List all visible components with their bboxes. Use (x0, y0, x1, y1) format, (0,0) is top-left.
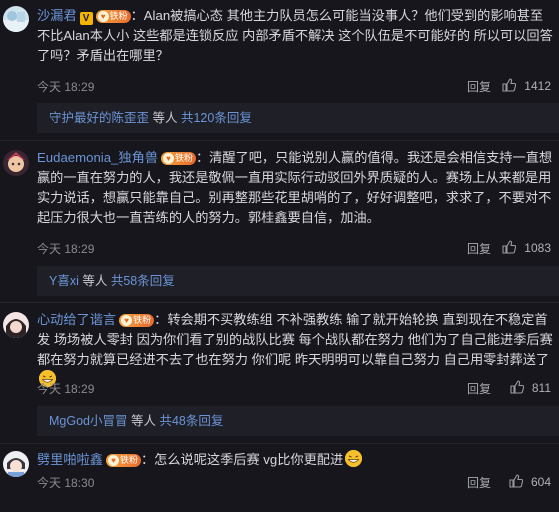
avatar[interactable] (3, 6, 29, 32)
thumb-up-icon (509, 474, 523, 488)
comment-time: 今天 18:29 (37, 242, 95, 256)
fan-badge: ♥ 铁粉 (160, 152, 196, 165)
thumb-up-icon (510, 380, 524, 394)
divider (0, 443, 559, 444)
sub-replies[interactable]: 守护最好的陈歪歪 等人 共120条回复 (37, 103, 559, 133)
like-count: 1412 (524, 79, 551, 93)
vip-badge: V (79, 12, 93, 25)
avatar[interactable] (3, 451, 29, 477)
like-button[interactable]: 811 (510, 380, 551, 395)
reply-button[interactable]: 回复 (467, 240, 491, 257)
like-button[interactable]: 1083 (502, 240, 551, 255)
like-button[interactable]: 604 (509, 474, 551, 489)
reply-button[interactable]: 回复 (467, 380, 491, 397)
avatar[interactable] (3, 312, 29, 338)
reply-button[interactable]: 回复 (467, 474, 491, 491)
sub-replies[interactable]: Y喜xi 等人 共58条回复 (37, 266, 559, 296)
grin-emoji (345, 450, 363, 467)
fan-badge: ♥ 铁粉 (105, 454, 141, 467)
comment-time: 今天 18:29 (37, 382, 95, 396)
username[interactable]: 沙漏君 (37, 8, 77, 23)
username[interactable]: 心动给了谐言 (37, 312, 116, 327)
username[interactable]: 劈里啪啦鑫 (37, 452, 103, 467)
like-count: 811 (531, 381, 551, 395)
avatar[interactable] (3, 150, 29, 176)
comment-text: ：怎么说呢这季后赛 vg比你更配进 (140, 452, 344, 467)
fan-badge: ♥ 铁粉 (119, 314, 155, 327)
thumb-up-icon (502, 240, 517, 254)
like-button[interactable]: 1412 (502, 78, 551, 93)
thumb-up-icon (502, 78, 517, 92)
like-count: 1083 (524, 241, 551, 255)
like-count: 604 (530, 475, 551, 489)
divider (0, 302, 559, 303)
divider (0, 140, 559, 141)
sub-replies[interactable]: MgGod小冒冒 等人 共48条回复 (37, 406, 559, 436)
username[interactable]: Eudaemonia_独角兽 (37, 150, 158, 165)
comment-time: 今天 18:30 (37, 476, 95, 490)
comment-time: 今天 18:29 (37, 80, 95, 94)
reply-button[interactable]: 回复 (467, 78, 491, 95)
fan-badge: ♥ 铁粉 (95, 10, 131, 23)
